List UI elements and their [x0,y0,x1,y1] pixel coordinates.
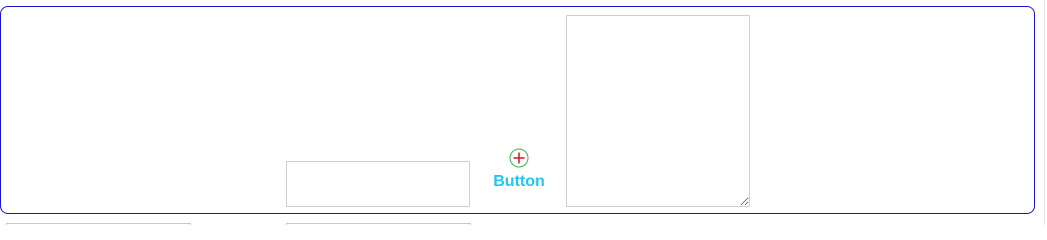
scrollbar-edge [1044,0,1045,225]
add-button-label: Button [493,173,545,190]
next-row-field-middle[interactable] [286,223,471,225]
textarea-field[interactable] [566,15,750,207]
page: Button [0,0,1047,225]
next-row-field-left[interactable] [6,223,191,225]
circle-plus-icon [509,148,529,168]
text-input[interactable] [286,161,470,207]
add-button[interactable]: Button [490,148,548,194]
